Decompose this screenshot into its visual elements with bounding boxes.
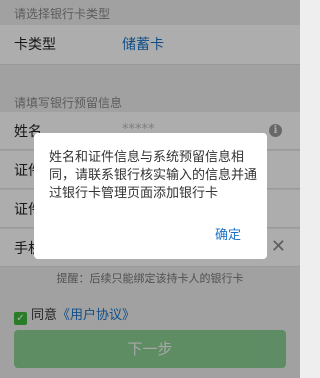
alert-dialog: 姓名和证件信息与系统预留信息相同，请联系银行核实输入的信息并通过银行卡管理页面添… [34,133,267,259]
dialog-message: 姓名和证件信息与系统预留信息相同，请联系银行核实输入的信息并通过银行卡管理页面添… [49,150,258,201]
confirm-button[interactable]: 确定 [215,224,241,243]
